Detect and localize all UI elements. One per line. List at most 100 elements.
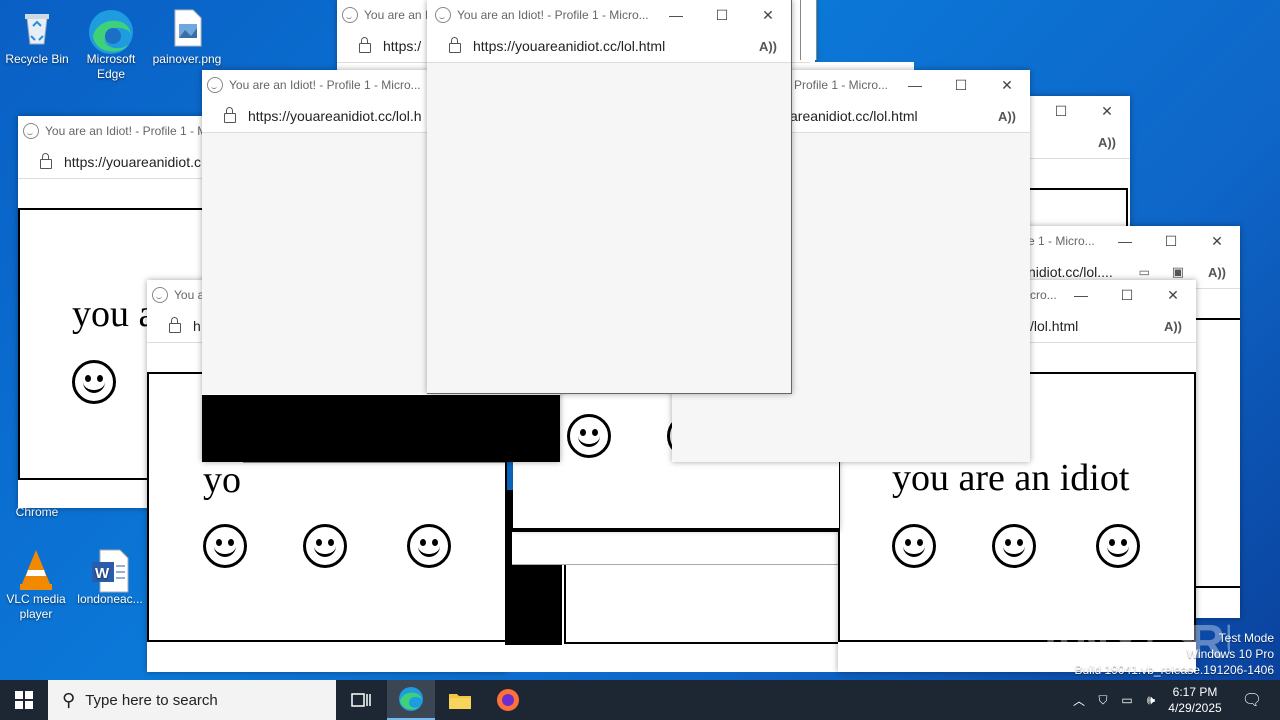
minimize-icon[interactable]: — bbox=[892, 70, 938, 100]
desktop-icon-label: painover.png bbox=[152, 52, 222, 66]
lock-icon bbox=[224, 107, 236, 123]
window-title: cro... bbox=[1030, 288, 1057, 302]
firefox-icon bbox=[497, 689, 519, 711]
minimize-icon[interactable]: — bbox=[1102, 226, 1148, 256]
task-view-button[interactable] bbox=[338, 680, 384, 720]
desktop-icon-label: VLC media player bbox=[6, 592, 66, 621]
read-aloud-icon[interactable]: A)) bbox=[1208, 265, 1226, 280]
idiot-text: you are an idiot bbox=[892, 457, 1130, 499]
smiley-favicon bbox=[23, 123, 39, 139]
image-file-icon bbox=[167, 8, 207, 48]
white-fragment bbox=[505, 645, 563, 672]
close-icon[interactable]: ✕ bbox=[1150, 280, 1196, 310]
smiley-face bbox=[303, 524, 347, 568]
desktop-icon-edge[interactable]: Microsoft Edge bbox=[71, 8, 151, 82]
smiley-face bbox=[567, 414, 611, 458]
smiley-face bbox=[407, 524, 451, 568]
url-text: nidiot.cc/lol.... bbox=[1028, 264, 1113, 280]
svg-text:RUN: RUN bbox=[1190, 616, 1230, 669]
url-text: /lol.html bbox=[1030, 318, 1079, 334]
browser-window[interactable]: You are an Idiot! - Profile 1 - Micro...… bbox=[427, 0, 792, 394]
window-title: You a bbox=[174, 288, 205, 302]
title-bar[interactable]: You are an Idiot! - Profile 1 - M bbox=[18, 116, 218, 146]
maximize-icon[interactable]: ☐ bbox=[1104, 280, 1150, 310]
url-text: https://youareanidiot.cc/lol.h bbox=[248, 108, 422, 124]
folder-icon bbox=[449, 694, 471, 709]
url-text: h bbox=[193, 318, 201, 334]
page-content bbox=[427, 63, 791, 393]
read-aloud-icon[interactable]: A)) bbox=[1098, 135, 1116, 150]
start-button[interactable] bbox=[0, 680, 48, 720]
title-bar[interactable]: e 1 - Micro... — ☐ ✕ bbox=[1020, 226, 1240, 256]
taskbar-search-box[interactable]: ⚲ Type here to search bbox=[48, 680, 336, 720]
url-text: https:/ bbox=[383, 38, 422, 54]
desktop-icon-recycle-bin[interactable]: Recycle Bin bbox=[0, 8, 77, 67]
taskbar-clock[interactable]: 6:17 PM 4/29/2025 bbox=[1165, 680, 1225, 720]
maximize-icon[interactable]: ☐ bbox=[938, 70, 984, 100]
address-bar[interactable]: https://youareanidiot.cc/lol.html A)) bbox=[427, 30, 791, 63]
security-icon[interactable]: ⛉ bbox=[1092, 680, 1114, 720]
desktop-icon-label: londoneac... bbox=[77, 592, 143, 606]
network-icon[interactable]: ▭ bbox=[1116, 680, 1138, 720]
read-aloud-icon[interactable]: A)) bbox=[998, 109, 1016, 124]
idiot-text: you a bbox=[72, 293, 156, 335]
qr-code-icon[interactable]: ▣ bbox=[1172, 264, 1184, 280]
minimize-icon[interactable]: — bbox=[653, 0, 699, 30]
clock-date: 4/29/2025 bbox=[1168, 701, 1222, 715]
taskbar: ⚲ Type here to search ︿ ⛉ ▭ 🕪 6:17 PM 4/… bbox=[0, 680, 1280, 720]
maximize-icon[interactable]: ☐ bbox=[699, 0, 745, 30]
word-doc-icon: W bbox=[90, 548, 130, 593]
idiot-text: yo bbox=[203, 459, 241, 501]
lock-icon bbox=[449, 37, 461, 53]
close-icon[interactable]: ✕ bbox=[1084, 96, 1130, 126]
cast-icon[interactable]: ▭ bbox=[1139, 265, 1150, 279]
window-title: You are an Id bbox=[364, 8, 435, 22]
anyrun-logo: ANY RUN bbox=[1040, 612, 1280, 670]
desktop-icon-label: Microsoft Edge bbox=[86, 52, 136, 81]
smiley-favicon bbox=[207, 77, 223, 93]
smiley-favicon bbox=[435, 7, 451, 23]
close-icon[interactable]: ✕ bbox=[745, 0, 791, 30]
desktop-icon-word-doc[interactable]: W londoneac... bbox=[70, 548, 150, 607]
edge-icon bbox=[89, 8, 133, 54]
window-edges bbox=[800, 0, 817, 60]
lock-icon bbox=[40, 153, 52, 169]
clock-time: 6:17 PM bbox=[1172, 685, 1218, 699]
smiley-favicon bbox=[152, 287, 168, 303]
desktop-icon-vlc[interactable]: VLC media player bbox=[0, 548, 76, 622]
read-aloud-icon[interactable]: A)) bbox=[1164, 319, 1182, 334]
taskbar-firefox-button[interactable] bbox=[484, 680, 532, 720]
close-icon[interactable]: ✕ bbox=[984, 70, 1030, 100]
svg-text:W: W bbox=[95, 565, 110, 582]
vlc-icon bbox=[16, 548, 56, 590]
recycle-bin-icon bbox=[17, 8, 57, 48]
task-view-icon bbox=[351, 693, 371, 707]
desktop-icon-painover[interactable]: painover.png bbox=[147, 8, 227, 67]
overlay-strip bbox=[243, 462, 505, 491]
close-icon[interactable]: ✕ bbox=[1194, 226, 1240, 256]
smiley-favicon bbox=[342, 7, 358, 23]
taskbar-file-explorer-button[interactable] bbox=[436, 680, 484, 720]
search-icon: ⚲ bbox=[62, 689, 76, 710]
url-text: https://youareanidiot.c bbox=[64, 154, 201, 170]
chevron-up-icon[interactable]: ︿ bbox=[1068, 680, 1090, 720]
maximize-icon[interactable]: ☐ bbox=[1038, 96, 1084, 126]
minimize-icon[interactable]: — bbox=[1058, 280, 1104, 310]
url-text: areanidiot.cc/lol.html bbox=[790, 108, 918, 124]
smiley-face bbox=[203, 524, 247, 568]
lock-icon bbox=[169, 317, 181, 333]
desktop-icon-label: Recycle Bin bbox=[5, 52, 69, 66]
smiley-face bbox=[72, 360, 116, 404]
read-aloud-icon[interactable]: A)) bbox=[759, 39, 777, 54]
address-bar[interactable]: https://youareanidiot.c bbox=[18, 146, 218, 179]
window-title: You are an Idiot! - Profile 1 - Micro... bbox=[457, 8, 649, 22]
black-fragment bbox=[202, 395, 560, 462]
taskbar-edge-button[interactable] bbox=[387, 680, 435, 720]
notification-icon[interactable]: 🗨 bbox=[1232, 680, 1272, 720]
window-title: You are an Idiot! - Profile 1 - Micro... bbox=[229, 78, 421, 92]
title-bar[interactable]: You are an Idiot! - Profile 1 - Micro...… bbox=[427, 0, 791, 30]
maximize-icon[interactable]: ☐ bbox=[1148, 226, 1194, 256]
search-placeholder: Type here to search bbox=[85, 691, 218, 709]
volume-icon[interactable]: 🕪 bbox=[1140, 680, 1162, 720]
smiley-face bbox=[992, 524, 1036, 568]
